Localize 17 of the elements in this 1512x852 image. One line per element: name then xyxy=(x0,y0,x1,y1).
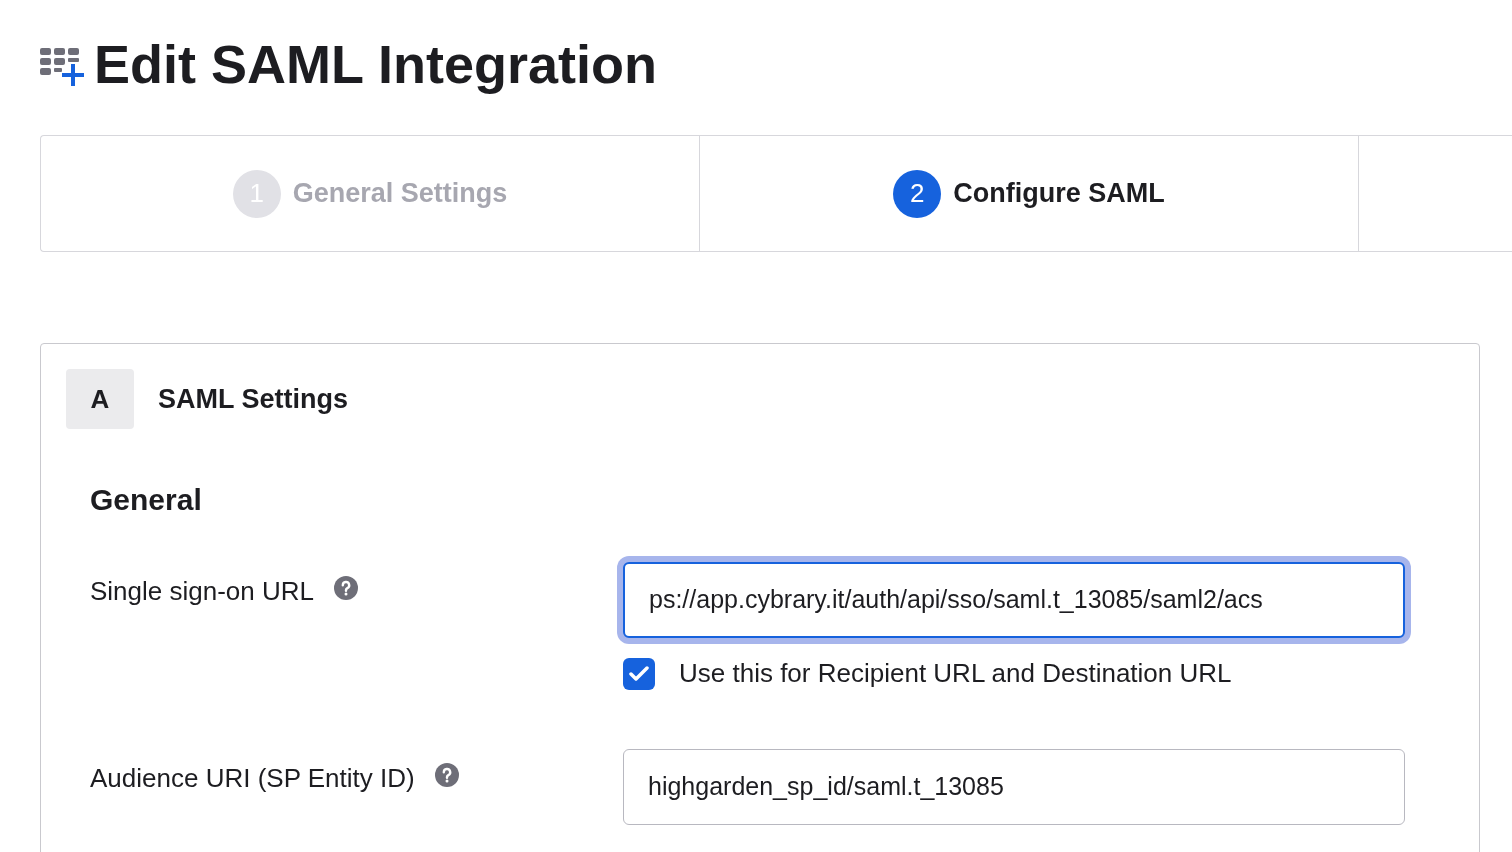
checkmark-icon xyxy=(629,665,649,682)
section-heading: General xyxy=(90,482,203,518)
section-title: SAML Settings xyxy=(158,382,348,416)
checkbox[interactable] xyxy=(623,657,655,690)
checkbox-label: Use this for Recipient URL and Destination URL xyxy=(679,657,1232,690)
step-number: 2 xyxy=(893,169,942,218)
step-tab[interactable]: 2 Configure SAML xyxy=(700,136,1359,251)
text-field[interactable]: ps://app.cybrary.it/auth/api/sso/saml.t_13085/saml2/acs xyxy=(617,556,1411,644)
step-label: Configure SAML xyxy=(953,177,1165,211)
page-title: Edit SAML Integration xyxy=(94,33,657,96)
help-icon[interactable] xyxy=(334,576,358,600)
section-letter: A xyxy=(66,369,134,429)
field-label: Single sign-on URL xyxy=(90,575,314,608)
help-icon[interactable] xyxy=(434,763,459,787)
field-label: Audience URI (SP Entity ID) xyxy=(90,762,415,795)
text-field[interactable]: highgarden_sp_id/saml.t_13085 xyxy=(623,749,1405,825)
step-label: General Settings xyxy=(292,177,508,211)
